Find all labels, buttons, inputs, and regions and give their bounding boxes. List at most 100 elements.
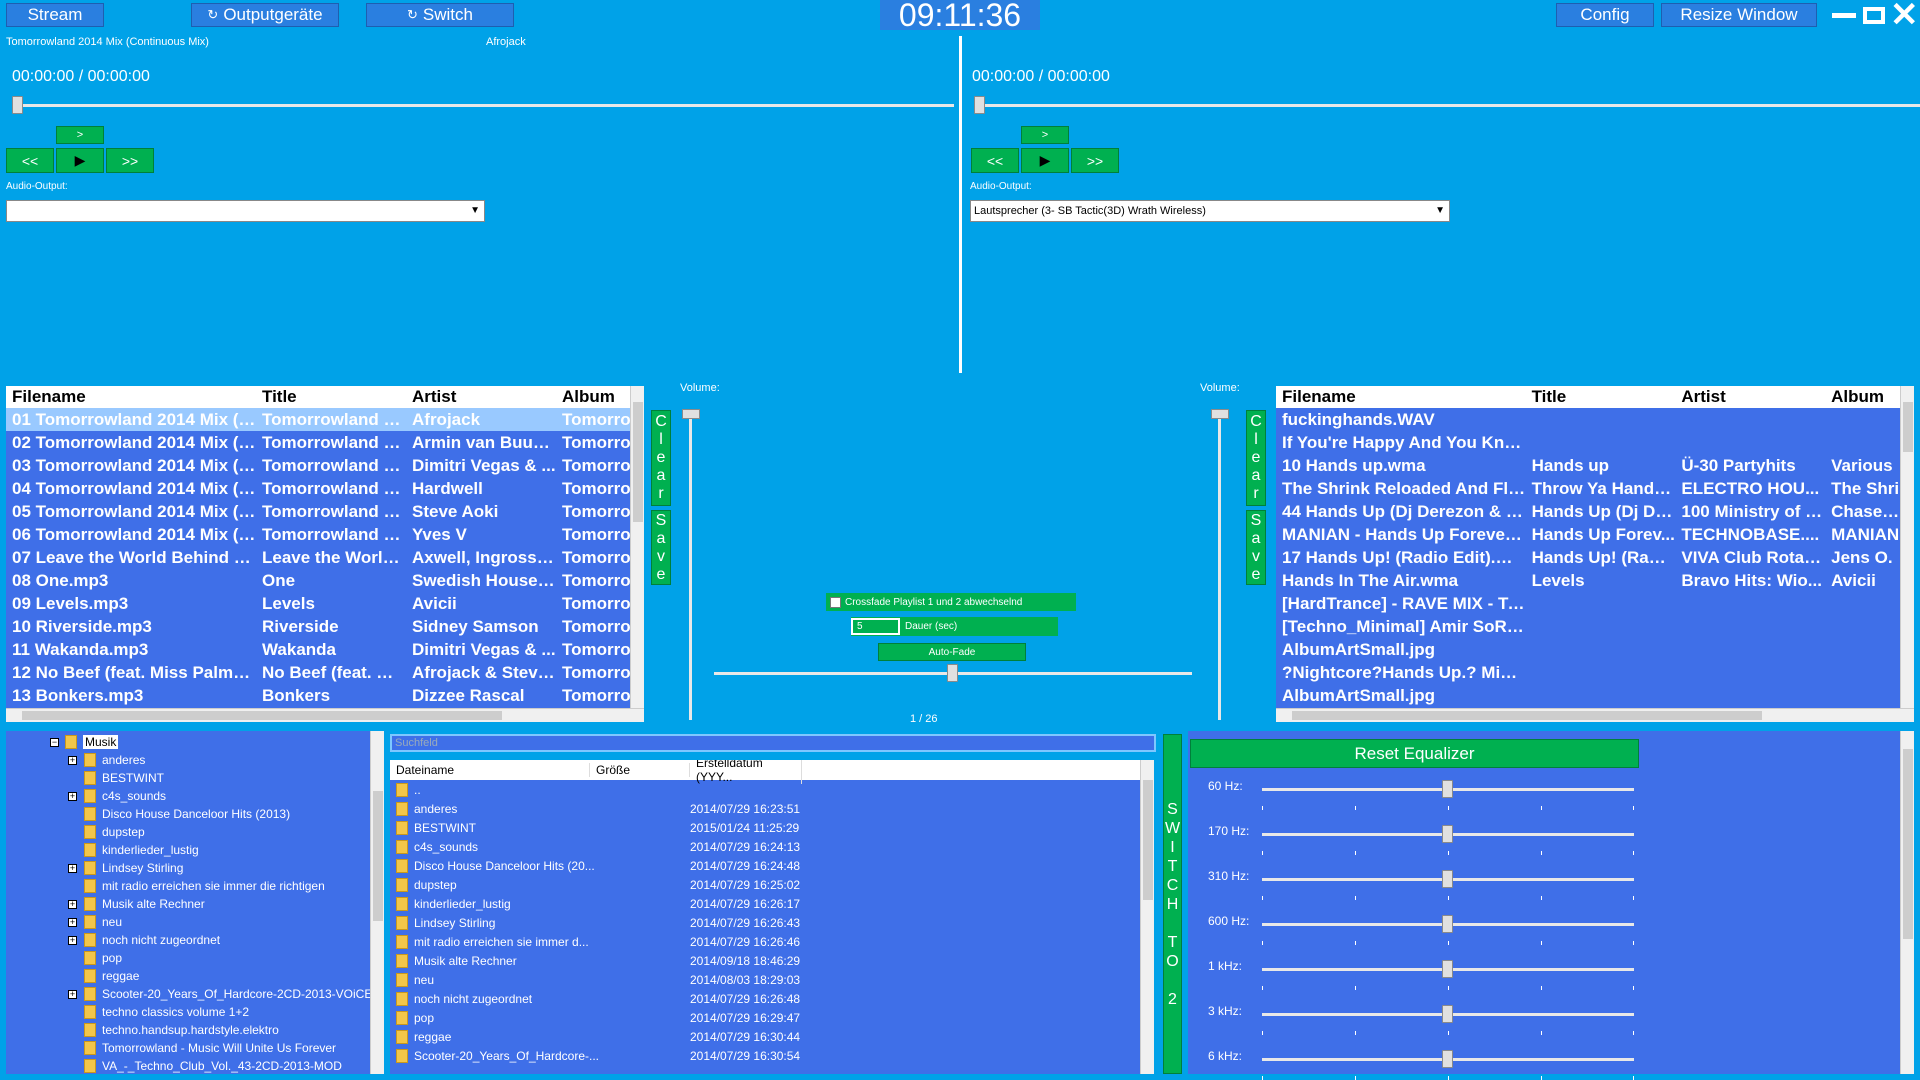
playlist-row[interactable]: fuckinghands.WAV (1276, 408, 1900, 431)
playlist-row[interactable]: 07 Leave the World Behind (f... Leave the… (6, 546, 644, 569)
playlist-1[interactable]: Filename Title Artist Album 01 Tomorrowl… (6, 386, 644, 708)
minimize-icon[interactable] (1832, 13, 1856, 18)
playlist-row[interactable]: 10 Riverside.mp3 Riverside Sidney Samson To… (6, 615, 644, 638)
scroll-thumb[interactable] (22, 711, 502, 720)
crossfade-option[interactable]: Crossfade Playlist 1 und 2 abwechselnd (826, 593, 1076, 611)
playlist-row[interactable]: 44 Hands Up (Dj Derezon & N... Hands Up (… (1276, 500, 1900, 523)
playlist-row[interactable]: 17 Hands Up! (Radio Edit).m4a Hands Up! (… (1276, 546, 1900, 569)
playlist-row[interactable]: 09 Levels.mp3 Levels Avicii Tomorro (6, 592, 644, 615)
column-header[interactable]: Album (1825, 387, 1900, 407)
deck1-audio-output-select[interactable]: ▼ (6, 200, 485, 222)
file-row[interactable]: noch nicht zugeordnet 2014/07/29 16:26:48 (390, 989, 1140, 1008)
file-row[interactable]: reggae 2014/07/29 16:30:44 (390, 1027, 1140, 1046)
playlist-row[interactable]: If You're Happy And You Kno... (1276, 431, 1900, 454)
deck2-seek-thumb[interactable] (974, 96, 985, 114)
file-row[interactable]: pop 2014/07/29 16:29:47 (390, 1008, 1140, 1027)
playlist1-hscrollbar[interactable] (6, 708, 644, 722)
clear-playlist1-button[interactable]: Clear (651, 410, 671, 506)
deck1-play-button[interactable]: ▶ (56, 148, 104, 173)
config-button[interactable]: Config (1556, 3, 1654, 27)
crossfade-slider-thumb[interactable] (947, 664, 958, 682)
collapse-icon[interactable]: − (50, 737, 59, 747)
column-header[interactable]: Dateiname (390, 763, 590, 777)
playlist-row[interactable]: AlbumArtSmall.jpg (1276, 638, 1900, 661)
crossfade-checkbox[interactable] (830, 596, 841, 608)
deck2-prev-button[interactable]: << (971, 148, 1019, 173)
eq-slider-thumb[interactable] (1442, 780, 1453, 798)
folder-tree[interactable]: − Musik + anderes BESTWINT + c4s_sounds Disco H… (6, 731, 372, 1074)
playlist-row[interactable]: ?Nightcore?Hands Up.? Mix ... (1276, 661, 1900, 684)
volume1-thumb[interactable] (682, 409, 700, 419)
file-row[interactable]: Musik alte Rechner 2014/09/18 18:46:29 (390, 951, 1140, 970)
equalizer-scrollbar[interactable] (1900, 731, 1914, 1074)
deck1-up-button[interactable]: > (56, 126, 104, 144)
playlist2-hscrollbar[interactable] (1276, 708, 1914, 722)
tree-item[interactable]: + Lindsey Stirling (68, 859, 183, 877)
tree-item[interactable]: techno.handsup.hardstyle.elektro (68, 1021, 279, 1039)
playlist-row[interactable]: 11 Wakanda.mp3 Wakanda Dimitri Vegas & ...… (6, 638, 644, 661)
tree-item[interactable]: + anderes (68, 751, 145, 769)
playlist-row[interactable]: 13 Bonkers.mp3 Bonkers Dizzee Rascal Tomorr… (6, 684, 644, 707)
playlist-row[interactable]: Hands In The Air.wma Levels Bravo Hits: Wi… (1276, 569, 1900, 592)
file-row[interactable]: c4s_sounds 2014/07/29 16:24:13 (390, 837, 1140, 856)
expand-icon[interactable]: + (68, 791, 77, 801)
column-header[interactable]: Erstelldatum (YYY... (690, 760, 802, 784)
column-header[interactable]: Größe (590, 763, 690, 777)
tree-scrollbar[interactable] (370, 731, 384, 1074)
file-row[interactable]: dupstep 2014/07/29 16:25:02 (390, 875, 1140, 894)
file-row[interactable]: BESTWINT 2015/01/24 11:25:29 (390, 818, 1140, 837)
deck2-up-button[interactable]: > (1021, 126, 1069, 144)
expand-icon[interactable]: + (68, 899, 77, 909)
reset-equalizer-button[interactable]: Reset Equalizer (1190, 739, 1639, 768)
deck1-prev-button[interactable]: << (6, 148, 54, 173)
tree-item[interactable]: reggae (68, 967, 139, 985)
stream-button[interactable]: Stream (6, 3, 104, 27)
file-row[interactable]: kinderlieder_lustig 2014/07/29 16:26:17 (390, 894, 1140, 913)
save-playlist2-button[interactable]: Save (1246, 510, 1266, 585)
switch-to-2-button[interactable]: SWITCHTO2 (1163, 734, 1182, 1074)
column-header[interactable]: Artist (406, 387, 556, 407)
file-row[interactable]: Lindsey Stirling 2014/07/29 16:26:43 (390, 913, 1140, 932)
playlist-row[interactable]: MANIAN - Hands Up Forever.... Hands Up Fo… (1276, 523, 1900, 546)
deck2-seek-track[interactable] (976, 104, 1920, 107)
tree-item[interactable]: BESTWINT (68, 769, 164, 787)
playlist-row[interactable]: 06 Tomorrowland 2014 Mix (C... Tomorrowla… (6, 523, 644, 546)
close-icon[interactable]: ✕ (1890, 0, 1919, 32)
deck2-audio-output-select[interactable]: Lautsprecher (3- SB Tactic(3D) Wrath Wir… (970, 200, 1450, 222)
playlist-row[interactable]: 05 Tomorrowland 2014 Mix (C... Tomorrowla… (6, 500, 644, 523)
tree-item[interactable]: + noch nicht zugeordnet (68, 931, 220, 949)
deck1-seek-track[interactable] (14, 104, 954, 107)
tree-item[interactable]: Disco House Danceloor Hits (2013) (68, 805, 290, 823)
file-row[interactable]: Disco House Danceloor Hits (20... 2014/07… (390, 856, 1140, 875)
playlist-row[interactable]: 04 Tomorrowland 2014 Mix (C... Tomorrowla… (6, 477, 644, 500)
scroll-thumb[interactable] (373, 791, 383, 921)
deck2-next-button[interactable]: >> (1071, 148, 1119, 173)
expand-icon[interactable]: + (68, 935, 77, 945)
playlist-row[interactable]: AlbumArtSmall.jpg (1276, 684, 1900, 707)
tree-item[interactable]: + neu (68, 913, 122, 931)
scroll-thumb[interactable] (1143, 780, 1153, 900)
eq-slider-thumb[interactable] (1442, 870, 1453, 888)
column-header[interactable]: Title (1526, 387, 1676, 407)
column-header[interactable]: Artist (1675, 387, 1825, 407)
playlist-row[interactable]: 02 Tomorrowland 2014 Mix (C... Tomorrowla… (6, 431, 644, 454)
column-header[interactable]: Title (256, 387, 406, 407)
file-row[interactable]: neu 2014/08/03 18:29:03 (390, 970, 1140, 989)
output-devices-button[interactable]: ↻ Outputgeräte (191, 3, 339, 27)
scroll-thumb[interactable] (1903, 749, 1913, 939)
scroll-thumb[interactable] (1292, 711, 1762, 720)
expand-icon[interactable]: + (68, 863, 77, 873)
auto-fade-button[interactable]: Auto-Fade (878, 643, 1026, 661)
tree-item[interactable]: dupstep (68, 823, 145, 841)
tree-item[interactable]: kinderlieder_lustig (68, 841, 199, 859)
eq-slider-thumb[interactable] (1442, 825, 1453, 843)
volume1-track[interactable] (689, 410, 692, 720)
scroll-thumb[interactable] (633, 402, 643, 522)
maximize-icon[interactable] (1863, 7, 1885, 24)
file-row[interactable]: mit radio erreichen sie immer d... 2014/0… (390, 932, 1140, 951)
playlist-row[interactable]: 10 Hands up.wma Hands up Ü-30 Partyhits Var… (1276, 454, 1900, 477)
file-row[interactable]: anderes 2014/07/29 16:23:51 (390, 799, 1140, 818)
playlist1-scrollbar[interactable] (630, 386, 644, 708)
expand-icon[interactable]: + (68, 755, 77, 765)
scroll-thumb[interactable] (1903, 402, 1913, 452)
